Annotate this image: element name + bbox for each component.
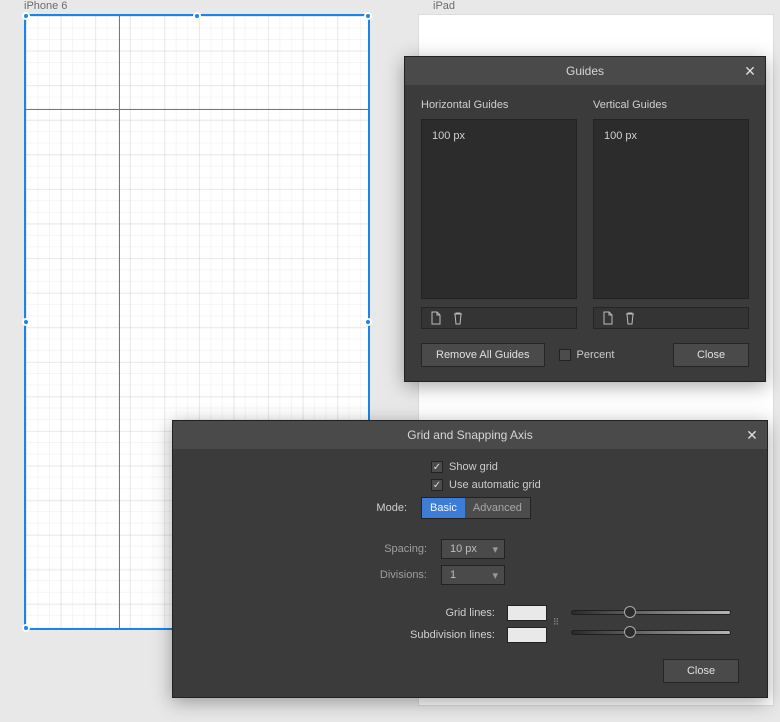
new-guide-icon[interactable] [600, 310, 616, 326]
remove-all-guides-button[interactable]: Remove All Guides [421, 343, 545, 367]
new-guide-icon[interactable] [428, 310, 444, 326]
horizontal-guides-label: Horizontal Guides [421, 99, 577, 111]
horizontal-guides-actions [421, 307, 577, 329]
subdivision-lines-slider[interactable] [571, 625, 731, 639]
grid-lines-slider[interactable] [571, 605, 731, 619]
grid-snapping-panel: Grid and Snapping Axis ✕ Show grid Use a… [172, 420, 768, 698]
selection-handle[interactable] [364, 318, 372, 326]
vertical-guides-actions [593, 307, 749, 329]
subdivision-lines-color-swatch[interactable] [507, 627, 547, 643]
slider-track [571, 630, 731, 635]
percent-checkbox[interactable] [559, 349, 571, 361]
mode-option-advanced[interactable]: Advanced [465, 498, 530, 518]
spacing-label: Spacing: [201, 543, 431, 555]
selection-handle[interactable] [22, 318, 30, 326]
horizontal-guides-list[interactable]: 100 px [421, 119, 577, 299]
divisions-select[interactable]: 1 [441, 565, 505, 585]
close-button[interactable]: Close [663, 659, 739, 683]
link-colors-icon[interactable]: ⠿ [553, 605, 559, 639]
delete-guide-icon[interactable] [450, 310, 466, 326]
guide-line-horizontal[interactable] [26, 109, 368, 110]
grid-lines-color-swatch[interactable] [507, 605, 547, 621]
close-icon[interactable]: ✕ [743, 426, 761, 444]
selection-handle[interactable] [22, 12, 30, 20]
close-icon[interactable]: ✕ [741, 62, 759, 80]
use-automatic-grid-checkbox[interactable] [431, 479, 443, 491]
artboard-label-iphone: iPhone 6 [24, 0, 67, 12]
percent-label: Percent [577, 349, 615, 361]
selection-handle[interactable] [22, 624, 30, 632]
show-grid-row: Show grid [431, 461, 498, 473]
show-grid-checkbox[interactable] [431, 461, 443, 473]
selection-handle[interactable] [364, 12, 372, 20]
guides-panel-title: Guides [566, 64, 604, 78]
mode-label: Mode: [201, 502, 411, 514]
grid-panel-titlebar[interactable]: Grid and Snapping Axis ✕ [173, 421, 767, 449]
spacing-select[interactable]: 10 px [441, 539, 505, 559]
guide-line-vertical[interactable] [119, 16, 120, 628]
guides-panel: Guides ✕ Horizontal Guides 100 px [404, 56, 766, 382]
mode-toggle: Basic Advanced [421, 497, 531, 519]
delete-guide-icon[interactable] [622, 310, 638, 326]
list-item[interactable]: 100 px [604, 128, 738, 144]
use-automatic-grid-label: Use automatic grid [449, 479, 541, 491]
artboard-label-ipad: iPad [433, 0, 455, 12]
percent-checkbox-row: Percent [559, 349, 615, 361]
show-grid-label: Show grid [449, 461, 498, 473]
subdivision-lines-label: Subdivision lines: [387, 629, 495, 641]
guides-panel-titlebar[interactable]: Guides ✕ [405, 57, 765, 85]
slider-track [571, 610, 731, 615]
slider-thumb[interactable] [624, 626, 636, 638]
mode-option-basic[interactable]: Basic [422, 498, 465, 518]
close-button[interactable]: Close [673, 343, 749, 367]
slider-thumb[interactable] [624, 606, 636, 618]
list-item[interactable]: 100 px [432, 128, 566, 144]
vertical-guides-label: Vertical Guides [593, 99, 749, 111]
divisions-label: Divisions: [201, 569, 431, 581]
selection-handle[interactable] [193, 12, 201, 20]
vertical-guides-list[interactable]: 100 px [593, 119, 749, 299]
grid-panel-title: Grid and Snapping Axis [407, 428, 532, 442]
grid-lines-label: Grid lines: [387, 607, 495, 619]
use-automatic-grid-row: Use automatic grid [431, 479, 541, 491]
